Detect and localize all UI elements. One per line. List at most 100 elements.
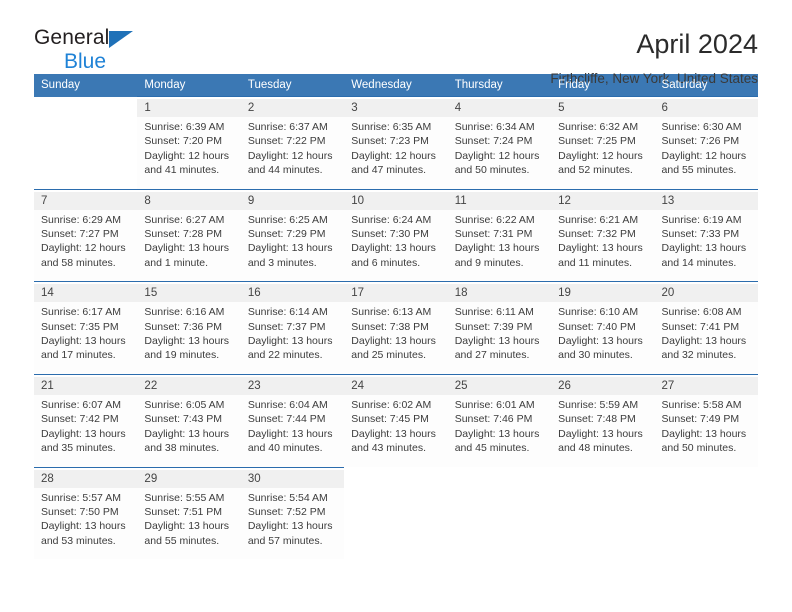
day-number[interactable]: 18 <box>447 284 552 303</box>
day-cell[interactable]: Sunrise: 5:58 AM Sunset: 7:49 PM Daylight:… <box>654 394 758 467</box>
day-number[interactable]: 11 <box>447 191 552 210</box>
day-cell[interactable]: Sunrise: 6:19 AM Sunset: 7:33 PM Daylight:… <box>654 209 758 282</box>
day-cell[interactable]: Sunrise: 5:57 AM Sunset: 7:50 PM Daylight:… <box>34 487 138 560</box>
day-cell[interactable]: Sunrise: 6:17 AM Sunset: 7:35 PM Daylight:… <box>34 302 138 375</box>
calendar-page: General Blue April 2024 Firthcliffe, New… <box>0 0 792 612</box>
day-number[interactable]: 24 <box>344 376 448 395</box>
sunset-text: Sunset: 7:45 PM <box>351 413 429 426</box>
day-cell[interactable]: Sunrise: 6:05 AM Sunset: 7:43 PM Daylight:… <box>137 394 241 467</box>
day-cell[interactable]: Sunrise: 6:13 AM Sunset: 7:38 PM Daylight:… <box>344 302 448 375</box>
day-cell[interactable]: Sunrise: 6:10 AM Sunset: 7:40 PM Daylight:… <box>551 302 655 375</box>
day-number[interactable]: 2 <box>240 99 345 117</box>
day-number[interactable]: 14 <box>34 284 138 303</box>
day-cell[interactable]: Sunrise: 6:34 AM Sunset: 7:24 PM Daylight:… <box>447 117 552 190</box>
daylight-text: Daylight: 13 hours <box>144 427 230 440</box>
daylight-text-cont: and 30 minutes. <box>558 349 633 362</box>
day-number[interactable]: 9 <box>240 191 345 210</box>
sunrise-text: Sunrise: 6:02 AM <box>351 398 432 411</box>
daylight-text-cont: and 57 minutes. <box>247 534 323 547</box>
day-cell[interactable]: Sunrise: 6:30 AM Sunset: 7:26 PM Daylight:… <box>654 117 758 190</box>
sunset-text: Sunset: 7:33 PM <box>661 228 740 241</box>
sunset-text: Sunset: 7:23 PM <box>351 135 429 148</box>
day-number[interactable]: 17 <box>344 284 448 303</box>
day-cell[interactable]: Sunrise: 6:29 AM Sunset: 7:27 PM Daylight:… <box>34 209 138 282</box>
day-number[interactable]: 21 <box>34 376 138 395</box>
sunrise-text: Sunrise: 5:54 AM <box>247 491 328 504</box>
day-number[interactable]: 28 <box>34 469 138 488</box>
daylight-text-cont: and 32 minutes. <box>661 349 737 362</box>
day-cell[interactable]: Sunrise: 6:39 AM Sunset: 7:20 PM Daylight:… <box>137 117 241 190</box>
day-detail-row: Sunrise: 6:29 AM Sunset: 7:27 PM Daylight:… <box>34 209 758 282</box>
page-title: April 2024 <box>636 29 758 59</box>
day-number[interactable]: 22 <box>137 376 241 395</box>
day-cell-empty <box>344 487 448 560</box>
sunset-text: Sunset: 7:49 PM <box>661 413 740 426</box>
weekday-header-wednesday: Wednesday <box>344 74 448 97</box>
day-number[interactable]: 30 <box>240 469 345 488</box>
day-number[interactable]: 26 <box>551 376 655 395</box>
daylight-text: Daylight: 13 hours <box>558 242 643 255</box>
day-number[interactable]: 27 <box>654 376 758 395</box>
day-cell[interactable]: Sunrise: 6:32 AM Sunset: 7:25 PM Daylight:… <box>551 117 655 190</box>
day-cell[interactable]: Sunrise: 6:16 AM Sunset: 7:36 PM Daylight:… <box>137 302 241 375</box>
day-cell[interactable]: Sunrise: 6:07 AM Sunset: 7:42 PM Daylight:… <box>34 394 138 467</box>
daylight-text-cont: and 11 minutes. <box>558 256 633 269</box>
day-cell[interactable]: Sunrise: 6:14 AM Sunset: 7:37 PM Daylight:… <box>240 302 345 375</box>
day-number[interactable]: 7 <box>34 191 138 210</box>
sunrise-text: Sunrise: 6:21 AM <box>558 213 639 226</box>
daylight-text: Daylight: 13 hours <box>247 427 333 440</box>
daylight-text: Daylight: 13 hours <box>144 520 230 533</box>
sunrise-text: Sunrise: 6:37 AM <box>247 121 328 133</box>
day-number[interactable]: 8 <box>137 191 241 210</box>
day-number[interactable]: 16 <box>240 284 345 303</box>
daylight-text-cont: and 35 minutes. <box>41 442 116 455</box>
day-number[interactable]: 3 <box>344 99 448 117</box>
day-number[interactable]: 4 <box>447 99 552 117</box>
day-cell[interactable]: Sunrise: 6:21 AM Sunset: 7:32 PM Daylight:… <box>551 209 655 282</box>
day-cell-empty <box>447 487 552 560</box>
day-cell[interactable]: Sunrise: 6:01 AM Sunset: 7:46 PM Daylight:… <box>447 394 552 467</box>
day-cell[interactable]: Sunrise: 6:02 AM Sunset: 7:45 PM Daylight:… <box>344 394 448 467</box>
daylight-text: Daylight: 13 hours <box>558 335 643 348</box>
day-cell[interactable]: Sunrise: 5:54 AM Sunset: 7:52 PM Daylight:… <box>240 487 345 560</box>
sunset-text: Sunset: 7:44 PM <box>247 413 326 426</box>
daylight-text-cont: and 52 minutes. <box>558 164 633 177</box>
day-number[interactable]: 10 <box>344 191 448 210</box>
day-detail-row: Sunrise: 6:39 AM Sunset: 7:20 PM Daylight:… <box>34 117 758 190</box>
daylight-text-cont: and 47 minutes. <box>351 164 426 177</box>
day-cell[interactable]: Sunrise: 6:25 AM Sunset: 7:29 PM Daylight:… <box>240 209 345 282</box>
day-number[interactable]: 25 <box>447 376 552 395</box>
day-cell[interactable]: Sunrise: 6:24 AM Sunset: 7:30 PM Daylight:… <box>344 209 448 282</box>
daylight-text-cont: and 55 minutes. <box>661 164 737 177</box>
day-number[interactable]: 29 <box>137 469 241 488</box>
day-number[interactable]: 19 <box>551 284 655 303</box>
day-cell[interactable]: Sunrise: 6:37 AM Sunset: 7:22 PM Daylight:… <box>240 117 345 190</box>
daylight-text: Daylight: 13 hours <box>351 427 436 440</box>
day-number[interactable]: 15 <box>137 284 241 303</box>
day-number[interactable]: 20 <box>654 284 758 303</box>
day-number[interactable]: 6 <box>654 99 758 117</box>
day-number[interactable]: 12 <box>551 191 655 210</box>
day-cell[interactable]: Sunrise: 5:55 AM Sunset: 7:51 PM Daylight:… <box>137 487 241 560</box>
day-number-empty <box>447 469 552 488</box>
day-number[interactable]: 13 <box>654 191 758 210</box>
day-number-row: 21 22 23 24 25 26 27 <box>34 376 758 395</box>
sunrise-text: Sunrise: 6:01 AM <box>454 398 535 411</box>
day-cell[interactable]: Sunrise: 5:59 AM Sunset: 7:48 PM Daylight:… <box>551 394 655 467</box>
sunrise-text: Sunrise: 6:04 AM <box>247 398 328 411</box>
day-cell[interactable]: Sunrise: 6:22 AM Sunset: 7:31 PM Daylight:… <box>447 209 552 282</box>
sunrise-text: Sunrise: 6:25 AM <box>247 213 328 226</box>
day-cell[interactable]: Sunrise: 6:08 AM Sunset: 7:41 PM Daylight:… <box>654 302 758 375</box>
sunrise-text: Sunrise: 6:05 AM <box>144 398 225 411</box>
day-number[interactable]: 23 <box>240 376 345 395</box>
sunrise-text: Sunrise: 5:58 AM <box>661 398 742 411</box>
day-number[interactable]: 1 <box>137 99 241 117</box>
day-cell[interactable]: Sunrise: 6:04 AM Sunset: 7:44 PM Daylight:… <box>240 394 345 467</box>
day-cell[interactable]: Sunrise: 6:11 AM Sunset: 7:39 PM Daylight:… <box>447 302 552 375</box>
sunrise-text: Sunrise: 6:11 AM <box>454 306 534 319</box>
daylight-text-cont: and 55 minutes. <box>144 534 220 547</box>
day-cell[interactable]: Sunrise: 6:35 AM Sunset: 7:23 PM Daylight:… <box>344 117 448 190</box>
day-number[interactable]: 5 <box>551 99 655 117</box>
day-cell[interactable]: Sunrise: 6:27 AM Sunset: 7:28 PM Daylight:… <box>137 209 241 282</box>
daylight-text: Daylight: 13 hours <box>351 242 436 255</box>
